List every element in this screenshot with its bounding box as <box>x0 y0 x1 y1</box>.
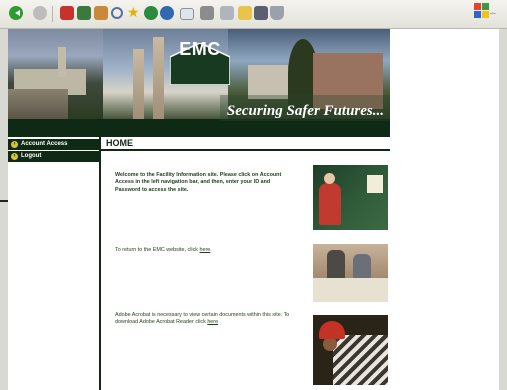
photo-person-at-board <box>313 165 388 230</box>
return-paragraph: To return to the EMC website, click here… <box>115 247 297 254</box>
refresh-icon[interactable] <box>77 6 91 20</box>
folder-icon[interactable] <box>238 6 252 20</box>
grid-icon[interactable] <box>254 6 268 20</box>
acrobat-here-link[interactable]: here <box>207 319 218 325</box>
return-here-link[interactable]: here <box>199 247 210 253</box>
page-title: HOME <box>106 138 133 148</box>
web-page: EMC Securing Safer Futures... › Account … <box>8 29 499 390</box>
welcome-text: Welcome to the Facility Information site… <box>115 172 282 193</box>
toolbar-separator <box>52 6 53 22</box>
messenger-icon[interactable] <box>270 6 284 20</box>
photo-worker-hardhat <box>313 315 388 385</box>
arrow-bullet-icon: › <box>11 153 18 160</box>
close-icon[interactable]: – <box>490 8 496 19</box>
emc-logo-text: EMC <box>179 39 221 59</box>
print-icon[interactable] <box>200 6 214 20</box>
acrobat-paragraph: Adobe Acrobat is necessary to view certa… <box>115 312 297 327</box>
title-divider <box>101 149 390 151</box>
home-icon[interactable] <box>94 6 108 20</box>
sidebar-item-label: Logout <box>21 153 42 159</box>
history-icon[interactable] <box>144 6 158 20</box>
site-banner: EMC Securing Safer Futures... <box>8 29 390 137</box>
left-navigation: › Account Access › Logout <box>8 137 101 390</box>
page-edge-marker <box>0 200 8 202</box>
stop-icon[interactable] <box>60 6 74 20</box>
search-icon[interactable] <box>111 7 123 19</box>
banner-tagline: Securing Safer Futures... <box>226 103 384 119</box>
banner-strip <box>8 121 390 137</box>
sidebar-item-label: Account Access <box>21 141 68 147</box>
return-text: To return to the EMC website, click <box>115 247 200 253</box>
back-icon[interactable] <box>9 6 23 20</box>
banner-photo-building <box>8 29 103 119</box>
windows-logo-icon <box>474 3 490 19</box>
sidebar-item-logout[interactable]: › Logout <box>8 151 99 162</box>
arrow-bullet-icon: › <box>11 141 18 148</box>
media-icon[interactable] <box>160 6 174 20</box>
forward-icon[interactable] <box>33 6 47 20</box>
sidebar-item-account-access[interactable]: › Account Access <box>8 139 99 150</box>
mail-icon[interactable] <box>180 8 194 20</box>
browser-toolbar: ★ – <box>0 0 507 29</box>
edit-icon[interactable] <box>220 6 234 20</box>
acrobat-text: Adobe Acrobat is necessary to view certa… <box>115 312 290 326</box>
return-suffix: . <box>210 247 212 253</box>
photo-meeting <box>313 244 388 302</box>
main-content: HOME Welcome to the Facility Information… <box>101 137 390 390</box>
favorites-icon[interactable]: ★ <box>127 4 140 21</box>
